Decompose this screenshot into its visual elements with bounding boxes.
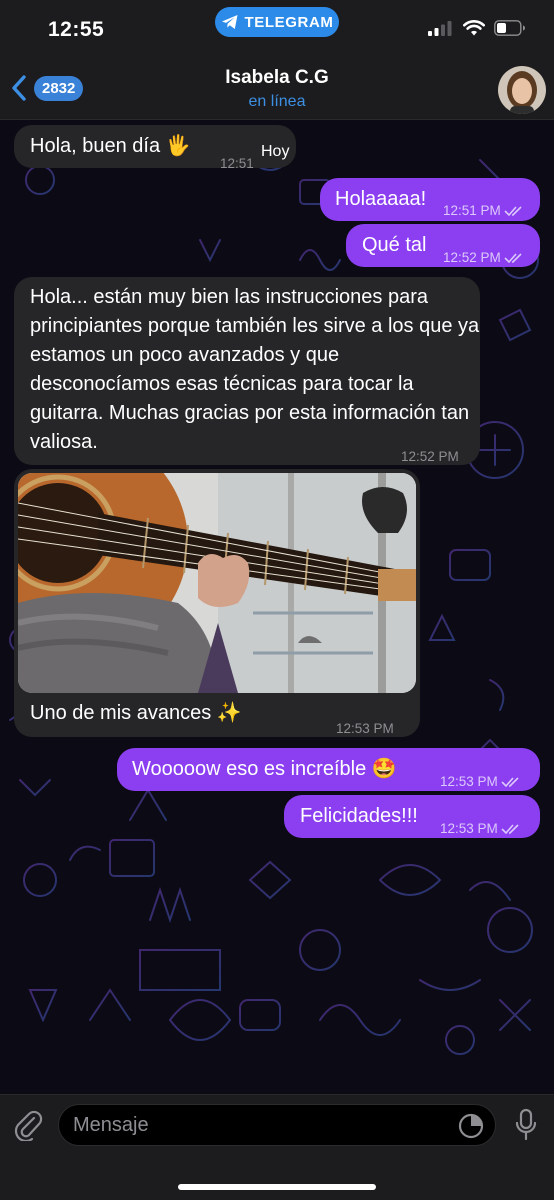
- paperclip-icon: [14, 1110, 43, 1143]
- message-time: 12:53 PM: [440, 774, 498, 789]
- message-meta: 12:53 PM: [440, 767, 521, 796]
- chat-title[interactable]: Isabela C.G: [0, 67, 554, 89]
- message-text: Qué tal: [362, 234, 427, 256]
- message-time: 12:51: [220, 156, 254, 171]
- status-icons: [428, 20, 526, 36]
- microphone-icon: [515, 1108, 537, 1141]
- chat-header: 2832 Isabela C.G en línea: [0, 60, 554, 120]
- read-check-icon: [504, 205, 522, 216]
- sticker-button[interactable]: [457, 1112, 485, 1145]
- home-indicator[interactable]: [178, 1184, 376, 1190]
- guitar-photo[interactable]: [18, 473, 416, 693]
- message-outgoing[interactable]: Holaaaaa! 12:51 PM: [320, 178, 540, 221]
- message-meta: 12:53 PM: [440, 814, 521, 843]
- telegram-label: TELEGRAM: [244, 13, 334, 31]
- guitar-photo-image: [18, 473, 416, 693]
- message-meta: 12:52 PM: [443, 243, 524, 272]
- avatar[interactable]: [498, 66, 546, 114]
- message-time: 12:53 PM: [336, 721, 394, 736]
- message-meta: 12:51 PM: [443, 196, 524, 225]
- read-check-icon: [501, 776, 519, 787]
- telegram-plane-icon: [221, 15, 238, 29]
- date-separator: Hoy: [261, 143, 290, 160]
- message-outgoing[interactable]: Wooooow eso es increíble 🤩 12:53 PM: [117, 748, 540, 791]
- wifi-icon: [463, 20, 485, 36]
- message-text: Hola, buen día 🖐: [30, 135, 191, 157]
- message-text: Felicidades!!!: [300, 805, 418, 827]
- battery-icon: [494, 20, 525, 36]
- attach-button[interactable]: [12, 1109, 44, 1146]
- read-check-icon: [501, 823, 519, 834]
- message-time: 12:52 PM: [443, 250, 501, 265]
- message-outgoing[interactable]: Qué tal 12:52 PM: [346, 224, 540, 267]
- chat-area[interactable]: Hola, buen día 🖐 12:51 Hoy Holaaaaa! 12:…: [0, 120, 554, 1094]
- message-text: Holaaaaa!: [335, 188, 427, 210]
- message-time: 12:53 PM: [440, 821, 498, 836]
- read-check-icon: [504, 252, 522, 263]
- voice-record-button[interactable]: [514, 1108, 538, 1147]
- sticker-icon: [458, 1113, 484, 1139]
- message-time: 12:52 PM: [401, 449, 459, 464]
- signal-icon: [428, 21, 452, 36]
- media-caption: Uno de mis avances ✨: [30, 702, 242, 724]
- message-input[interactable]: [73, 1105, 433, 1145]
- message-time: 12:51 PM: [443, 203, 501, 218]
- status-bar: 12:55 TELEGRAM: [0, 0, 554, 60]
- avatar-photo: [498, 66, 546, 114]
- telegram-return-pill[interactable]: TELEGRAM: [215, 7, 339, 37]
- chat-online-status: en línea: [248, 93, 306, 110]
- composer-bar: [0, 1094, 554, 1200]
- message-outgoing[interactable]: Felicidades!!! 12:53 PM: [284, 795, 540, 838]
- status-time: 12:55: [48, 18, 105, 41]
- media-message[interactable]: Uno de mis avances ✨ 12:53 PM: [14, 469, 420, 737]
- message-incoming[interactable]: Hola, buen día 🖐 12:51 Hoy: [14, 125, 296, 171]
- message-field: [58, 1104, 496, 1146]
- message-text: Wooooow eso es increíble 🤩: [132, 758, 397, 780]
- message-text: Hola... están muy bien las instrucciones…: [30, 286, 480, 453]
- message-incoming[interactable]: Hola... están muy bien las instrucciones…: [14, 277, 480, 465]
